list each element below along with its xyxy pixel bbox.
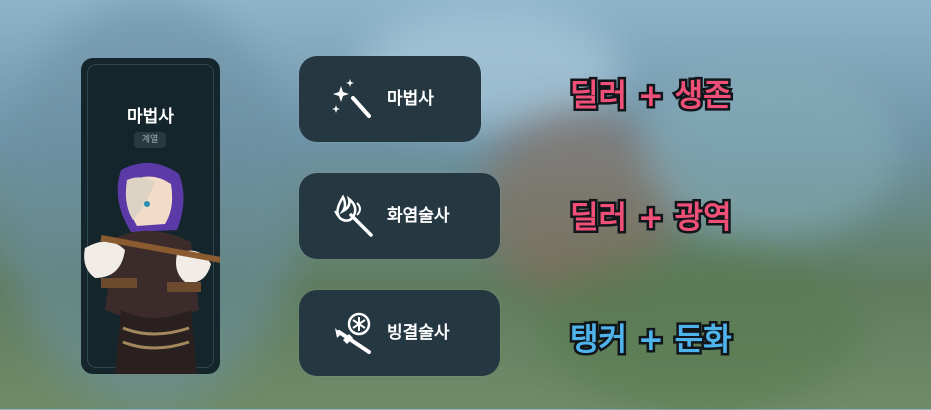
magic-wand-icon <box>332 79 371 118</box>
fire-staff-icon <box>334 194 373 237</box>
class-card[interactable]: 마법사 계열 <box>81 58 220 374</box>
skill-button-ice-mage[interactable]: 빙결술사 <box>299 290 500 376</box>
class-title: 마법사 <box>127 107 174 127</box>
skill-label-fire-mage: 화염술사 <box>387 206 450 226</box>
role-text-dealer-aoe: 딜러 + 광역 <box>568 198 735 239</box>
skill-button-fire-mage[interactable]: 화염술사 <box>299 173 500 259</box>
skill-label-ice-mage: 빙결술사 <box>387 323 450 343</box>
role-text-tank-slow: 탱커 + 둔화 <box>568 320 735 361</box>
skill-button-mage[interactable]: 마법사 <box>299 56 481 142</box>
role-text-dealer-survival: 딜러 + 생존 <box>568 76 735 117</box>
ice-staff-icon <box>335 312 371 354</box>
skill-label-mage: 마법사 <box>387 89 434 109</box>
mage-portrait <box>84 162 220 374</box>
class-badge: 계열 <box>134 132 166 148</box>
